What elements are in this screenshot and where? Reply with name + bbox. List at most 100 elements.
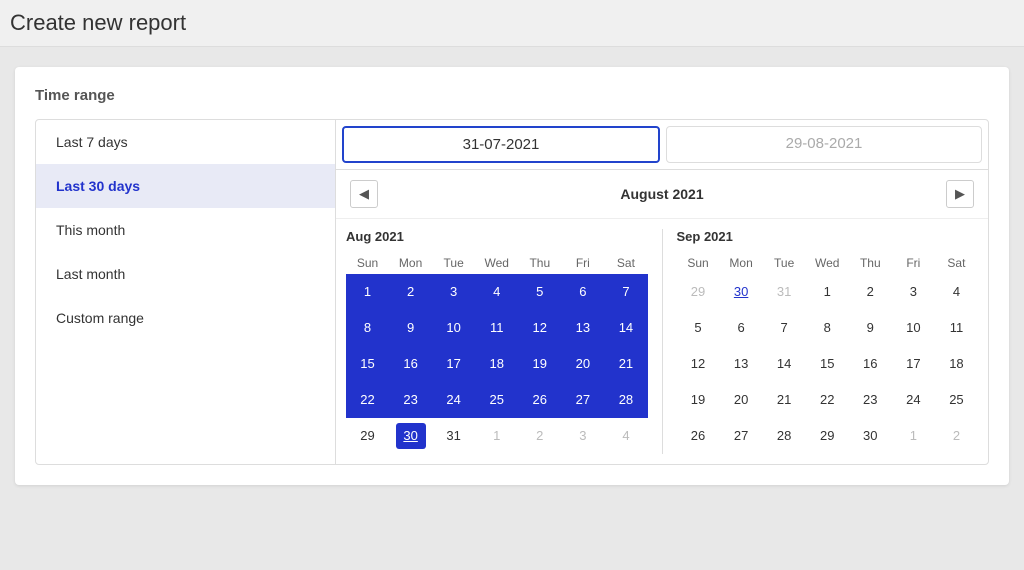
- left-calendar-day-4-4[interactable]: 2: [518, 418, 561, 454]
- right-calendar-day-3-6[interactable]: 25: [935, 382, 978, 418]
- right-calendar-day-4-3[interactable]: 29: [806, 418, 849, 454]
- right-calendar-day-3-3[interactable]: 22: [806, 382, 849, 418]
- right-calendar-day-3-0[interactable]: 19: [677, 382, 720, 418]
- left-calendar-day-3-0[interactable]: 22: [346, 382, 389, 418]
- left-calendar-day-2-4[interactable]: 19: [518, 346, 561, 382]
- left-calendar-day-2-1[interactable]: 16: [389, 346, 432, 382]
- range-options-panel: Last 7 daysLast 30 daysThis monthLast mo…: [36, 120, 336, 464]
- left-calendar-weekday-sun: Sun: [346, 252, 389, 274]
- range-option-custom[interactable]: Custom range: [36, 296, 335, 340]
- right-calendar-day-1-1[interactable]: 6: [720, 310, 763, 346]
- right-calendar-day-4-4[interactable]: 30: [849, 418, 892, 454]
- left-calendar-day-0-5[interactable]: 6: [561, 274, 604, 310]
- right-calendar-day-2-1[interactable]: 13: [720, 346, 763, 382]
- right-calendar-day-1-2[interactable]: 7: [763, 310, 806, 346]
- left-calendar-day-3-4[interactable]: 26: [518, 382, 561, 418]
- left-calendar-day-1-5[interactable]: 13: [561, 310, 604, 346]
- right-calendar-day-0-5[interactable]: 3: [892, 274, 935, 310]
- right-calendar-day-0-2[interactable]: 31: [763, 274, 806, 310]
- calendar-panel: 31-07-2021 29-08-2021 ◀ August 2021 ▶ Au…: [336, 120, 988, 464]
- range-option-thismonth[interactable]: This month: [36, 208, 335, 252]
- left-calendar-day-1-4[interactable]: 12: [518, 310, 561, 346]
- calendar-nav-title: August 2021: [620, 186, 703, 202]
- left-calendar-day-2-5[interactable]: 20: [561, 346, 604, 382]
- left-calendar-weekday-wed: Wed: [475, 252, 518, 274]
- right-calendar-day-1-5[interactable]: 10: [892, 310, 935, 346]
- right-calendar-day-2-0[interactable]: 12: [677, 346, 720, 382]
- right-calendar-day-4-1[interactable]: 27: [720, 418, 763, 454]
- right-calendar-day-0-4[interactable]: 2: [849, 274, 892, 310]
- right-calendar-day-0-1[interactable]: 30: [720, 274, 763, 310]
- start-date-field[interactable]: 31-07-2021: [342, 126, 660, 163]
- left-calendar-day-4-2[interactable]: 31: [432, 418, 475, 454]
- left-calendar-day-0-6[interactable]: 7: [604, 274, 647, 310]
- left-calendar-day-1-1[interactable]: 9: [389, 310, 432, 346]
- right-calendar-day-1-4[interactable]: 9: [849, 310, 892, 346]
- right-calendar-day-3-5[interactable]: 24: [892, 382, 935, 418]
- calendars-wrapper: Aug 2021SunMonTueWedThuFriSat12345678910…: [336, 219, 988, 464]
- calendar-divider: [662, 229, 663, 454]
- prev-month-button[interactable]: ◀: [350, 180, 378, 208]
- left-calendar-day-4-3[interactable]: 1: [475, 418, 518, 454]
- page-title: Create new report: [10, 10, 1004, 36]
- next-month-button[interactable]: ▶: [946, 180, 974, 208]
- range-option-last7[interactable]: Last 7 days: [36, 120, 335, 164]
- range-option-lastmonth[interactable]: Last month: [36, 252, 335, 296]
- right-calendar-day-1-0[interactable]: 5: [677, 310, 720, 346]
- left-calendar-day-1-2[interactable]: 10: [432, 310, 475, 346]
- left-calendar-day-3-1[interactable]: 23: [389, 382, 432, 418]
- left-calendar-day-0-4[interactable]: 5: [518, 274, 561, 310]
- right-calendar-weekday-fri: Fri: [892, 252, 935, 274]
- left-calendar-weekday-fri: Fri: [561, 252, 604, 274]
- left-calendar-day-4-1[interactable]: 30: [389, 418, 432, 454]
- range-option-last30[interactable]: Last 30 days: [36, 164, 335, 208]
- left-calendar-weekday-mon: Mon: [389, 252, 432, 274]
- right-calendar-day-2-2[interactable]: 14: [763, 346, 806, 382]
- report-container: Last 7 daysLast 30 daysThis monthLast mo…: [35, 119, 989, 465]
- right-calendar-day-0-0[interactable]: 29: [677, 274, 720, 310]
- left-calendar-day-3-6[interactable]: 28: [604, 382, 647, 418]
- right-calendar-day-3-1[interactable]: 20: [720, 382, 763, 418]
- left-calendar-day-1-6[interactable]: 14: [604, 310, 647, 346]
- left-calendar: Aug 2021SunMonTueWedThuFriSat12345678910…: [336, 229, 658, 454]
- right-calendar-weekday-thu: Thu: [849, 252, 892, 274]
- right-calendar-month-label: Sep 2021: [677, 229, 979, 244]
- left-calendar-day-0-3[interactable]: 4: [475, 274, 518, 310]
- left-calendar-day-0-2[interactable]: 3: [432, 274, 475, 310]
- left-calendar-day-4-0[interactable]: 29: [346, 418, 389, 454]
- right-calendar-day-2-6[interactable]: 18: [935, 346, 978, 382]
- right-calendar-day-3-2[interactable]: 21: [763, 382, 806, 418]
- calendar-nav: ◀ August 2021 ▶: [336, 170, 988, 219]
- right-calendar-day-2-3[interactable]: 15: [806, 346, 849, 382]
- left-calendar-day-3-2[interactable]: 24: [432, 382, 475, 418]
- right-calendar-day-4-5[interactable]: 1: [892, 418, 935, 454]
- right-calendar-day-4-2[interactable]: 28: [763, 418, 806, 454]
- right-calendar-weekday-sun: Sun: [677, 252, 720, 274]
- left-calendar-day-2-3[interactable]: 18: [475, 346, 518, 382]
- right-calendar-day-2-4[interactable]: 16: [849, 346, 892, 382]
- left-calendar-day-1-0[interactable]: 8: [346, 310, 389, 346]
- left-calendar-day-1-3[interactable]: 11: [475, 310, 518, 346]
- left-calendar-day-4-6[interactable]: 4: [604, 418, 647, 454]
- right-calendar-grid: SunMonTueWedThuFriSat2930311234567891011…: [677, 252, 979, 454]
- right-calendar-day-4-0[interactable]: 26: [677, 418, 720, 454]
- right-calendar-day-4-6[interactable]: 2: [935, 418, 978, 454]
- left-calendar-grid: SunMonTueWedThuFriSat1234567891011121314…: [346, 252, 648, 454]
- left-calendar-day-2-2[interactable]: 17: [432, 346, 475, 382]
- right-calendar-day-0-3[interactable]: 1: [806, 274, 849, 310]
- left-calendar-month-label: Aug 2021: [346, 229, 648, 244]
- right-calendar-day-1-6[interactable]: 11: [935, 310, 978, 346]
- left-calendar-day-3-5[interactable]: 27: [561, 382, 604, 418]
- left-calendar-day-0-1[interactable]: 2: [389, 274, 432, 310]
- left-calendar-day-2-6[interactable]: 21: [604, 346, 647, 382]
- left-calendar-day-3-3[interactable]: 25: [475, 382, 518, 418]
- right-calendar-day-2-5[interactable]: 17: [892, 346, 935, 382]
- left-calendar-day-4-5[interactable]: 3: [561, 418, 604, 454]
- left-calendar-day-0-0[interactable]: 1: [346, 274, 389, 310]
- right-calendar-day-1-3[interactable]: 8: [806, 310, 849, 346]
- right-calendar-weekday-sat: Sat: [935, 252, 978, 274]
- right-calendar-day-3-4[interactable]: 23: [849, 382, 892, 418]
- end-date-field[interactable]: 29-08-2021: [666, 126, 982, 163]
- right-calendar-day-0-6[interactable]: 4: [935, 274, 978, 310]
- left-calendar-day-2-0[interactable]: 15: [346, 346, 389, 382]
